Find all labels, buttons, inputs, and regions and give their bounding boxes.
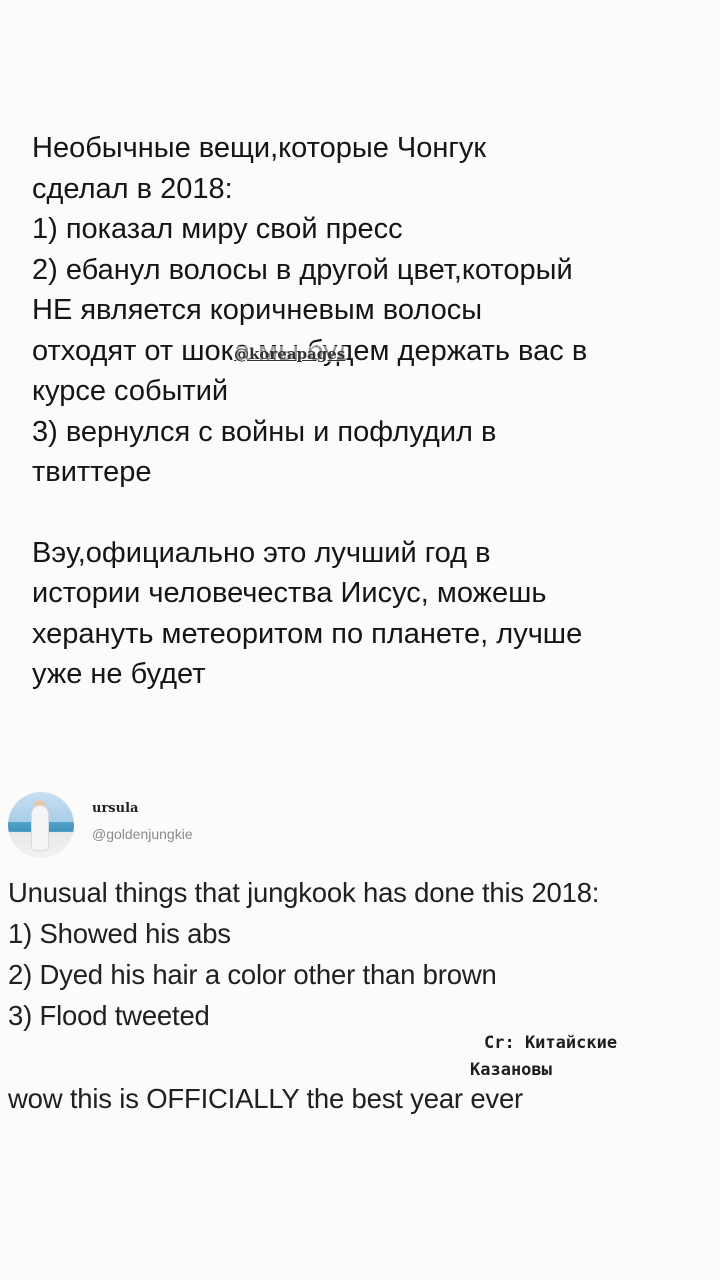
tweet-line: Unusual things that jungkook has done th…	[8, 877, 600, 908]
translation-title: Необычные вещи,которые Чонгук	[32, 132, 487, 164]
credit-caption: Cr: Китайские Казановы	[470, 1030, 710, 1084]
translation-title: сделал в 2018:	[32, 172, 233, 205]
translation-outro: истории человечества Иисус, можешь	[32, 577, 547, 609]
tweet-display-name[interactable]: ursula	[92, 801, 138, 816]
tweet-line: 2) Dyed his hair a color other than brow…	[8, 959, 497, 990]
watermark: @koreapages	[232, 345, 348, 363]
translation-item: 3) вернулся с войны и пофлудил в	[32, 415, 497, 448]
translated-text-block: Необычные вещи,которые Чонгук сделал в 2…	[32, 128, 692, 695]
translation-outro: уже не будет	[32, 658, 206, 690]
tweet-header: ursula @goldenjungkie	[8, 792, 408, 862]
translation-item: курсе событий	[32, 375, 229, 407]
tweet-username[interactable]: @goldenjungkie	[92, 826, 193, 842]
translation-outro: херануть метеоритом по планете, лучше	[32, 617, 583, 650]
avatar[interactable]	[8, 792, 74, 858]
avatar-figure	[32, 806, 48, 850]
credit-line: Cr: Китайские	[484, 1033, 618, 1053]
translation-outro: Вэу,официально это лучший год в	[32, 536, 491, 569]
translation-item: 2) ебанул волосы в другой цвет,который	[32, 253, 573, 286]
translation-item: НЕ является коричневым волосы	[32, 294, 483, 326]
translation-item: 1) показал миру свой пресс	[32, 213, 403, 245]
translation-item: отходят от шока мы будем держать вас в	[32, 334, 588, 367]
translation-item: твиттере	[32, 456, 152, 488]
credit-line: Казановы	[470, 1060, 552, 1080]
tweet-line: 1) Showed his abs	[8, 918, 231, 949]
tweet-line: wow this is OFFICIALLY the best year eve…	[8, 1083, 524, 1114]
